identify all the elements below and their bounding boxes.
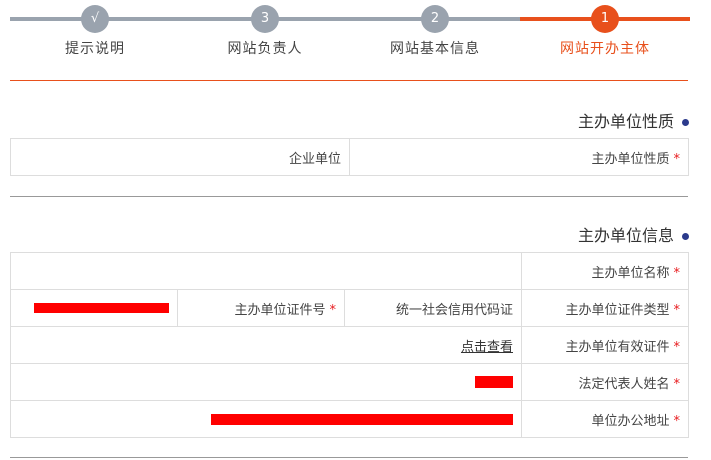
required-mark: * bbox=[673, 339, 681, 355]
step-number: 2 bbox=[421, 5, 449, 33]
step-site-organizer[interactable]: 1 网站开办主体 bbox=[520, 0, 690, 80]
table-row: 点击查看 主办单位有效证件 * bbox=[10, 326, 689, 364]
step-label: 提示说明 bbox=[65, 41, 125, 57]
required-mark: * bbox=[329, 302, 337, 318]
section-divider bbox=[10, 196, 688, 197]
legal-rep-label: 法定代表人姓名 bbox=[578, 376, 670, 392]
section-title-text: 主办单位信息 bbox=[577, 226, 674, 245]
cert-type-label: 主办单位证件类型 bbox=[565, 302, 670, 318]
cert-number-label: 主办单位证件号 bbox=[234, 302, 326, 318]
required-mark: * bbox=[673, 302, 681, 318]
redacted-address bbox=[211, 413, 513, 425]
bullet-dot-icon bbox=[682, 233, 689, 240]
view-cert-link[interactable]: 点击查看 bbox=[461, 340, 513, 355]
valid-cert-value-cell: 点击查看 bbox=[10, 326, 522, 364]
valid-cert-label-cell: 主办单位有效证件 * bbox=[521, 326, 689, 364]
section-title-nature: 主办单位性质 bbox=[578, 108, 689, 132]
nature-table: 企业单位 主办单位性质 * bbox=[10, 138, 689, 176]
step-number: √ bbox=[81, 5, 109, 33]
org-name-label: 主办单位名称 bbox=[591, 265, 670, 281]
table-row: 法定代表人姓名 * bbox=[10, 363, 689, 401]
nature-label-cell: 主办单位性质 * bbox=[349, 138, 689, 176]
bullet-dot-icon bbox=[682, 119, 689, 126]
organizer-info-table: 主办单位名称 * 主办单位证件号 * 统一社会信用代码证 主办单位证件类型 * 点击查… bbox=[10, 252, 689, 438]
step-site-owner[interactable]: 3 网站负责人 bbox=[180, 0, 350, 80]
address-value-cell bbox=[10, 400, 522, 438]
redacted-legal-rep bbox=[475, 376, 513, 388]
org-name-value-cell bbox=[10, 252, 522, 290]
cert-type-value: 统一社会信用代码证 bbox=[395, 302, 513, 318]
progress-steps: √ 提示说明 3 网站负责人 2 网站基本信息 1 网站开办主体 bbox=[10, 0, 690, 80]
table-row: 主办单位名称 * bbox=[10, 252, 689, 290]
org-name-label-cell: 主办单位名称 * bbox=[521, 252, 689, 290]
required-mark: * bbox=[673, 151, 681, 167]
redacted-cert-number bbox=[34, 303, 169, 313]
table-row: 单位办公地址 * bbox=[10, 400, 689, 438]
required-mark: * bbox=[673, 413, 681, 429]
legal-rep-value-cell bbox=[10, 363, 522, 401]
section-divider bbox=[10, 457, 688, 458]
nature-value-cell: 企业单位 bbox=[10, 138, 350, 176]
address-label: 单位办公地址 bbox=[591, 413, 670, 429]
cert-number-value-cell bbox=[10, 289, 178, 327]
address-label-cell: 单位办公地址 * bbox=[521, 400, 689, 438]
page: √ 提示说明 3 网站负责人 2 网站基本信息 1 网站开办主体 主办单位性质 … bbox=[0, 0, 711, 460]
section-title-info: 主办单位信息 bbox=[578, 222, 689, 246]
step-site-basic-info[interactable]: 2 网站基本信息 bbox=[350, 0, 520, 80]
legal-rep-label-cell: 法定代表人姓名 * bbox=[521, 363, 689, 401]
valid-cert-label: 主办单位有效证件 bbox=[565, 339, 670, 355]
nature-label: 主办单位性质 bbox=[591, 151, 670, 167]
cert-type-value-cell: 统一社会信用代码证 bbox=[344, 289, 522, 327]
nature-value: 企业单位 bbox=[288, 151, 341, 167]
steps-underline bbox=[10, 80, 688, 81]
step-notice[interactable]: √ 提示说明 bbox=[10, 0, 180, 80]
section-title-text: 主办单位性质 bbox=[577, 112, 674, 131]
step-label: 网站开办主体 bbox=[560, 41, 650, 57]
step-number: 3 bbox=[251, 5, 279, 33]
cert-type-label-cell: 主办单位证件类型 * bbox=[521, 289, 689, 327]
required-mark: * bbox=[673, 265, 681, 281]
step-number: 1 bbox=[591, 5, 619, 33]
step-label: 网站负责人 bbox=[227, 41, 303, 57]
cert-number-label-cell: 主办单位证件号 * bbox=[177, 289, 345, 327]
step-label: 网站基本信息 bbox=[390, 41, 480, 57]
required-mark: * bbox=[673, 376, 681, 392]
table-row: 主办单位证件号 * 统一社会信用代码证 主办单位证件类型 * bbox=[10, 289, 689, 327]
